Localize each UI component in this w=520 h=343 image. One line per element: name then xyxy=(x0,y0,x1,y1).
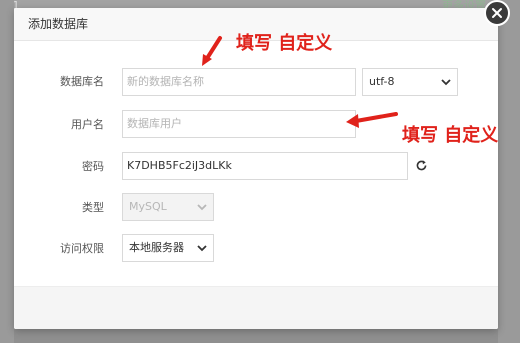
annotation-arrow-top xyxy=(202,36,222,66)
refresh-icon[interactable] xyxy=(415,159,428,172)
db-name-input[interactable]: 新的数据库名称 xyxy=(122,68,356,96)
db-name-placeholder: 新的数据库名称 xyxy=(127,75,204,88)
dialog-title: 添加数据库 xyxy=(28,17,89,31)
access-value: 本地服务器 xyxy=(129,241,184,254)
encoding-value: utf-8 xyxy=(369,75,395,88)
encoding-select[interactable]: utf-8 xyxy=(362,68,458,96)
chevron-down-icon xyxy=(197,245,207,252)
chevron-down-icon xyxy=(441,79,451,86)
dialog-footer xyxy=(14,286,498,329)
close-button[interactable] xyxy=(484,0,510,26)
chevron-down-icon xyxy=(197,204,207,211)
password-label: 密码 xyxy=(82,160,104,173)
password-value: K7DHB5Fc2iJ3dLKk xyxy=(127,159,232,172)
password-input[interactable]: K7DHB5Fc2iJ3dLKk xyxy=(122,152,408,180)
username-placeholder: 数据库用户 xyxy=(127,117,182,130)
background-left-column xyxy=(0,0,14,343)
background-right-column xyxy=(498,0,520,343)
type-label: 类型 xyxy=(82,201,104,214)
db-name-label: 数据库名 xyxy=(60,75,104,88)
type-select: MySQL xyxy=(122,193,214,221)
access-label: 访问权限 xyxy=(60,242,104,255)
close-icon xyxy=(492,8,502,18)
annotation-right: 填写 自定义 xyxy=(402,125,499,146)
username-label: 用户名 xyxy=(71,118,104,131)
access-select[interactable]: 本地服务器 xyxy=(122,234,214,262)
annotation-top: 填写 自定义 xyxy=(236,33,333,54)
add-database-dialog: 添加数据库 数据库名 新的数据库名称 utf-8 用户名 数据库用户 密码 K7… xyxy=(14,8,498,329)
type-value: MySQL xyxy=(129,200,167,213)
username-input[interactable]: 数据库用户 xyxy=(122,110,356,138)
annotation-arrow-right xyxy=(346,112,398,128)
